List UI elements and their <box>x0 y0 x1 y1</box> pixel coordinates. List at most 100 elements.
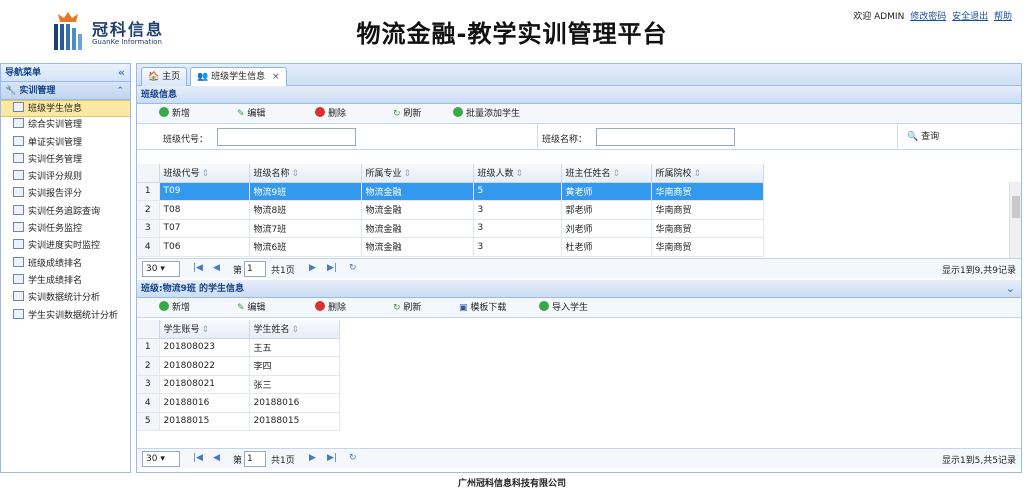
table-cell: 黄老师 <box>561 182 652 201</box>
table-cell: 物流9班 <box>249 182 362 201</box>
add-button[interactable]: 新增 <box>159 107 190 121</box>
sidebar-item-label: 实训数据统计分析 <box>28 293 101 304</box>
edit-button[interactable]: ✎ 编辑 <box>237 107 265 121</box>
sidebar-item[interactable]: 实训报告评分 <box>1 186 130 203</box>
page-size-select[interactable]: 30 ▾ <box>142 261 180 277</box>
next-page-icon[interactable]: ▶ <box>309 263 316 273</box>
prev-page-icon[interactable]: ◀ <box>213 453 220 463</box>
page-number-input[interactable]: 1 <box>244 261 266 277</box>
search-icon <box>13 204 24 215</box>
column-header[interactable]: 班主任姓名 ⇕ <box>561 164 652 183</box>
next-page-icon[interactable]: ▶ <box>309 453 316 463</box>
sidebar-item[interactable]: 综合实训管理 <box>1 117 130 134</box>
column-header[interactable]: 班级代号 ⇕ <box>159 164 250 183</box>
add-label: 新增 <box>172 109 191 119</box>
footer: 广州冠科信息科技有限公司 <box>457 479 566 489</box>
reload-icon[interactable]: ↻ <box>349 263 357 273</box>
column-header[interactable]: 学生账号 ⇕ <box>159 320 250 339</box>
divider <box>537 124 538 150</box>
tab-home-label: 主页 <box>162 72 181 82</box>
template-label: 模板下载 <box>470 303 507 313</box>
class-name-input[interactable] <box>596 128 735 146</box>
vertical-scrollbar[interactable] <box>1009 182 1021 258</box>
sidebar-item[interactable]: 学生成绩排名 <box>1 273 130 290</box>
add-icon <box>159 301 169 311</box>
last-page-icon[interactable]: ▶| <box>327 263 337 273</box>
last-page-icon[interactable]: ▶| <box>327 453 337 463</box>
page-total: 共1页 <box>271 266 295 276</box>
class-panel-title-text: 班级信息 <box>141 90 178 100</box>
edit-button[interactable]: ✎ 编辑 <box>237 301 265 315</box>
delete-label: 删除 <box>328 109 347 119</box>
help-link[interactable]: 帮助 <box>994 12 1012 22</box>
table-row[interactable]: 1 T09 物流9班 物流金融 5 黄老师 华南商贸 <box>137 182 764 201</box>
sidebar-item-label: 实训任务监控 <box>28 224 83 235</box>
sidebar-item[interactable]: 学生实训数据统计分析 <box>1 308 130 325</box>
first-page-icon[interactable]: |◀ <box>193 453 203 463</box>
delete-icon <box>315 107 325 117</box>
table-row[interactable]: 4 T06 物流6班 物流金融 3 杜老师 华南商贸 <box>137 237 764 257</box>
sidebar-item-label: 学生成绩排名 <box>28 275 83 286</box>
chart-icon <box>13 239 24 250</box>
query-button[interactable]: 🔍 查询 <box>907 130 939 144</box>
logout-link[interactable]: 安全退出 <box>952 12 988 22</box>
table-row[interactable]: 1 201808023 王五 <box>137 338 340 357</box>
page-size-select[interactable]: 30 ▾ <box>142 451 180 467</box>
class-name-label: 班级名称： <box>542 135 588 145</box>
student-toolbar: 新增 ✎ 编辑 删除 ↻ 刷新 ▣ 模板下载 导入学生 <box>137 298 1021 318</box>
table-row[interactable]: 2 T08 物流8班 物流金融 3 郭老师 华南商贸 <box>137 200 764 220</box>
column-header[interactable]: 班级名称 ⇕ <box>249 164 362 183</box>
change-password-link[interactable]: 修改密码 <box>910 12 946 22</box>
refresh-button[interactable]: ↻ 刷新 <box>393 301 421 315</box>
refresh-button[interactable]: ↻ 刷新 <box>393 107 421 121</box>
first-page-icon[interactable]: |◀ <box>193 263 203 273</box>
column-header[interactable]: 学生姓名 ⇕ <box>249 320 340 339</box>
table-row[interactable]: 3 T07 物流7班 物流金融 3 刘老师 华南商贸 <box>137 219 764 238</box>
page-prefix: 第 <box>233 456 243 466</box>
close-icon[interactable]: × <box>272 72 280 82</box>
tab-home[interactable]: 🏠 主页 <box>141 67 188 86</box>
tab-class-students[interactable]: 👥 班级学生信息 × <box>190 67 287 87</box>
scroll-thumb[interactable] <box>1012 196 1020 218</box>
collapse-left-icon[interactable]: « <box>118 64 125 82</box>
sidebar-item[interactable]: 班级成绩排名 <box>1 256 130 273</box>
sidebar-item[interactable]: 班级学生信息 <box>1 100 130 118</box>
sidebar-item[interactable]: 实训任务管理 <box>1 152 130 169</box>
class-code-input[interactable] <box>217 128 356 146</box>
page-number-input[interactable]: 1 <box>244 451 266 467</box>
sidebar-item[interactable]: 实训进度实时监控 <box>1 238 130 255</box>
sidebar-item[interactable]: 实训数据统计分析 <box>1 290 130 307</box>
delete-button[interactable]: 删除 <box>315 107 346 121</box>
grid-icon <box>13 118 24 129</box>
column-header[interactable]: 所属院校 ⇕ <box>651 164 764 183</box>
class-code-label: 班级代号： <box>163 135 209 145</box>
table-row[interactable]: 3 201808021 张三 <box>137 375 340 394</box>
sidebar-item[interactable]: 实训任务监控 <box>1 221 130 238</box>
column-header[interactable]: 班级人数 ⇕ <box>473 164 562 183</box>
table-row[interactable]: 4 20188016 20188016 <box>137 393 340 413</box>
table-row[interactable]: 2 201808022 李四 <box>137 356 340 376</box>
batch-add-students-button[interactable]: 批量添加学生 <box>453 107 520 121</box>
sidebar-group[interactable]: 🔧 实训管理 ⌃ <box>1 82 130 100</box>
sidebar-title: 导航菜单 <box>5 68 42 78</box>
users-icon <box>13 256 24 267</box>
rownum-header <box>137 320 160 339</box>
chevron-down-icon[interactable]: ⌄ <box>1006 280 1015 298</box>
table-row[interactable]: 5 20188015 20188015 <box>137 412 340 431</box>
delete-button[interactable]: 删除 <box>315 301 346 315</box>
import-students-button[interactable]: 导入学生 <box>539 301 588 315</box>
column-header[interactable]: 所属专业 ⇕ <box>361 164 474 183</box>
sidebar-group-label: 实训管理 <box>19 86 56 96</box>
template-download-button[interactable]: ▣ 模板下载 <box>459 301 506 315</box>
users-icon: 👥 <box>197 72 209 82</box>
batch-add-label: 批量添加学生 <box>466 109 521 119</box>
table-cell: 物流金融 <box>361 182 474 201</box>
chevron-up-icon[interactable]: ⌃ <box>116 82 124 100</box>
sidebar-item[interactable]: 实训任务追踪查询 <box>1 204 130 221</box>
add-button[interactable]: 新增 <box>159 301 190 315</box>
sidebar-item[interactable]: 实训评分规则 <box>1 169 130 186</box>
sidebar-item[interactable]: 单证实训管理 <box>1 135 130 152</box>
sidebar-item-label: 实训报告评分 <box>28 189 83 200</box>
reload-icon[interactable]: ↻ <box>349 453 357 463</box>
prev-page-icon[interactable]: ◀ <box>213 263 220 273</box>
